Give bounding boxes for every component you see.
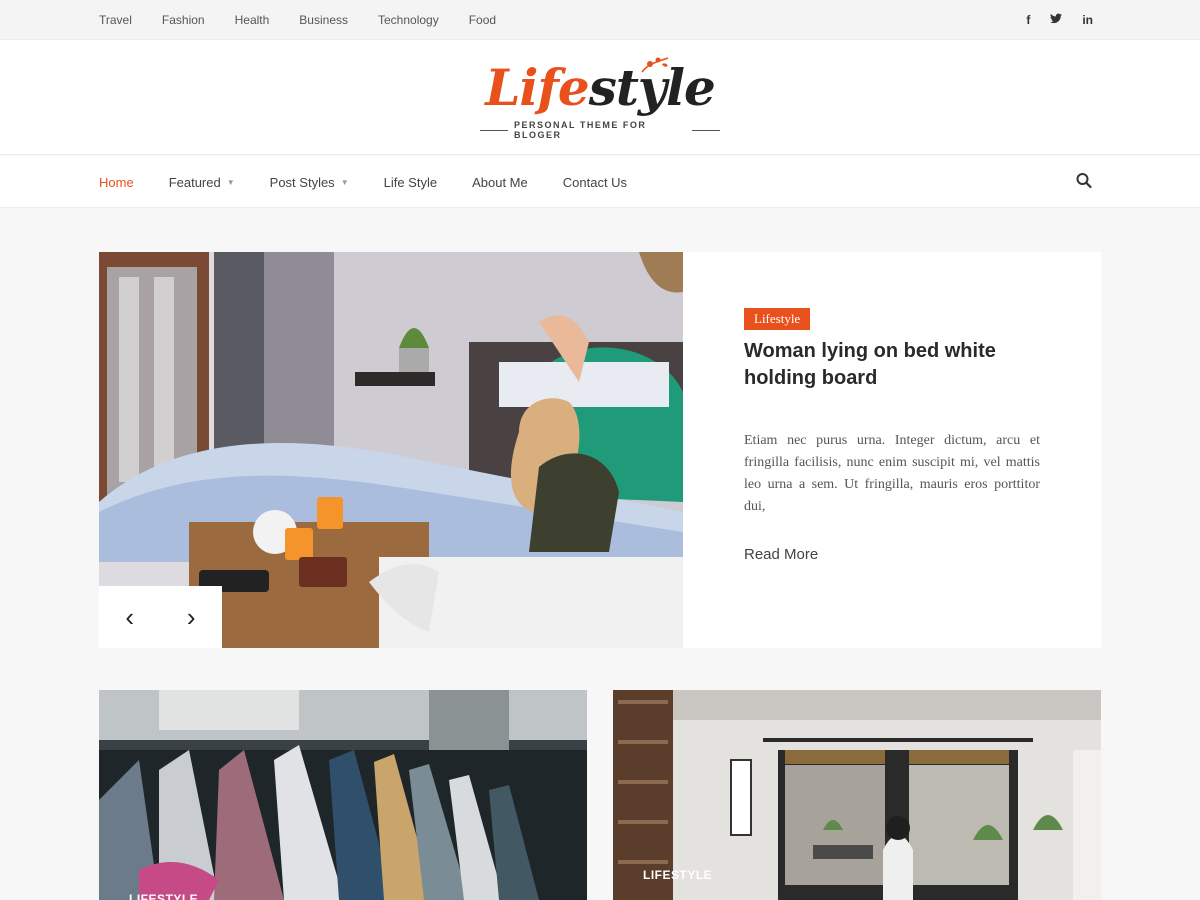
featured-post-title[interactable]: Woman lying on bed white holding board [744, 338, 1040, 392]
top-category-links: Travel Fashion Health Business Technolog… [99, 0, 526, 40]
top-link-business[interactable]: Business [299, 13, 348, 27]
chevron-down-icon: ▼ [226, 177, 235, 187]
main-navigation: Home Featured ▼ Post Styles ▼ Life Style A… [0, 156, 1200, 208]
featured-post-content: Lifestyle Woman lying on bed white holdi… [744, 308, 1040, 563]
top-link-technology[interactable]: Technology [378, 13, 439, 27]
nav-item-post-styles[interactable]: Post Styles ▼ [270, 175, 349, 190]
nav-item-about-me[interactable]: About Me [472, 175, 528, 190]
site-logo[interactable]: Lifestyle PERSONAL THEME FOR BLOGER [480, 56, 720, 141]
category-badge[interactable]: Lifestyle [744, 308, 811, 330]
featured-post-slider: ‹ › Lifestyle Woman lying on bed white h… [99, 252, 1101, 648]
nav-item-featured[interactable]: Featured ▼ [169, 175, 235, 190]
chevron-down-icon: ▼ [340, 177, 349, 187]
logo-wordmark: Lifestyle [485, 58, 716, 117]
chevron-right-icon[interactable]: › [187, 602, 196, 633]
slider-controls: ‹ › [99, 586, 222, 648]
top-bar: Travel Fashion Health Business Technolog… [0, 0, 1200, 40]
nav-item-home[interactable]: Home [99, 175, 134, 190]
top-link-fashion[interactable]: Fashion [162, 13, 205, 27]
featured-post-excerpt: Etiam nec purus urna. Integer dictum, ar… [744, 433, 1040, 514]
top-link-food[interactable]: Food [469, 13, 496, 27]
top-link-travel[interactable]: Travel [99, 13, 132, 27]
read-more-link[interactable]: Read More [744, 546, 1040, 563]
nav-item-life-style[interactable]: Life Style [384, 175, 437, 190]
social-links: f in [1006, 0, 1093, 40]
logo-tagline: PERSONAL THEME FOR BLOGER [480, 120, 720, 140]
logo-sprig-icon [641, 57, 669, 73]
linkedin-icon[interactable]: in [1082, 13, 1093, 27]
post-card-image [99, 690, 587, 900]
twitter-icon[interactable] [1050, 13, 1063, 27]
post-card[interactable]: LIFESTYLE [613, 690, 1101, 900]
post-card-category[interactable]: LIFESTYLE [643, 868, 712, 882]
site-header: Lifestyle PERSONAL THEME FOR BLOGER [0, 40, 1200, 155]
post-card[interactable]: LIFESTYLE [99, 690, 587, 900]
facebook-icon[interactable]: f [1026, 13, 1030, 27]
nav-item-contact-us[interactable]: Contact Us [563, 175, 627, 190]
chevron-left-icon[interactable]: ‹ [125, 602, 134, 633]
top-link-health[interactable]: Health [235, 13, 270, 27]
search-icon[interactable] [1076, 172, 1092, 190]
post-card-category[interactable]: LIFESTYLE [129, 892, 198, 900]
featured-post-image[interactable]: ‹ › [99, 252, 683, 648]
